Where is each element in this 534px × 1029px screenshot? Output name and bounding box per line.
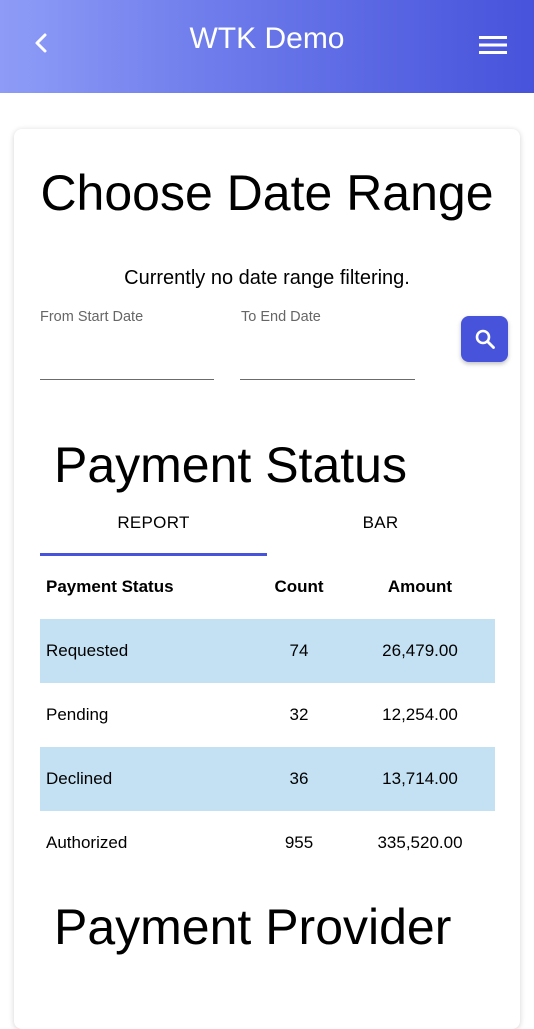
date-range-heading: Choose Date Range	[40, 165, 494, 221]
payment-status-heading: Payment Status	[54, 437, 407, 493]
end-date-field[interactable]	[240, 379, 415, 380]
hamburger-menu-icon	[479, 36, 507, 54]
search-icon	[475, 329, 495, 349]
status-cell: Authorized	[46, 833, 128, 852]
end-date-label: To End Date	[241, 309, 321, 325]
status-cell: Requested	[46, 641, 129, 660]
column-header-count: Count	[274, 577, 324, 596]
date-filter-status: Currently no date range filtering.	[124, 267, 410, 289]
app-title: WTK Demo	[189, 22, 345, 55]
amount-cell: 335,520.00	[377, 833, 463, 852]
payment-provider-heading: Payment Provider	[54, 899, 452, 955]
start-date-field[interactable]	[40, 379, 214, 380]
count-cell: 74	[289, 641, 309, 660]
start-date-label: From Start Date	[40, 309, 144, 325]
amount-cell: 26,479.00	[382, 641, 458, 660]
amount-cell: 12,254.00	[382, 705, 458, 724]
status-cell: Declined	[46, 769, 113, 788]
column-header-amount: Amount	[387, 577, 453, 596]
count-cell: 32	[289, 705, 309, 724]
table-row: Authorized 955 335,520.00	[40, 811, 495, 875]
table-row: Pending 32 12,254.00	[40, 683, 495, 747]
menu-button[interactable]	[472, 28, 514, 62]
table-row: Requested 74 26,479.00	[40, 619, 495, 683]
count-cell: 955	[284, 833, 314, 852]
count-cell: 36	[289, 769, 309, 788]
amount-cell: 13,714.00	[382, 769, 458, 788]
table-row: Declined 36 13,714.00	[40, 747, 495, 811]
active-tab-indicator	[40, 553, 267, 556]
search-button[interactable]	[461, 316, 508, 362]
tab-bar[interactable]: BAR	[267, 512, 494, 534]
column-header-status: Payment Status	[46, 577, 174, 596]
tab-report[interactable]: REPORT	[40, 512, 267, 534]
app-bar: WTK Demo	[0, 0, 534, 93]
status-cell: Pending	[46, 705, 109, 724]
